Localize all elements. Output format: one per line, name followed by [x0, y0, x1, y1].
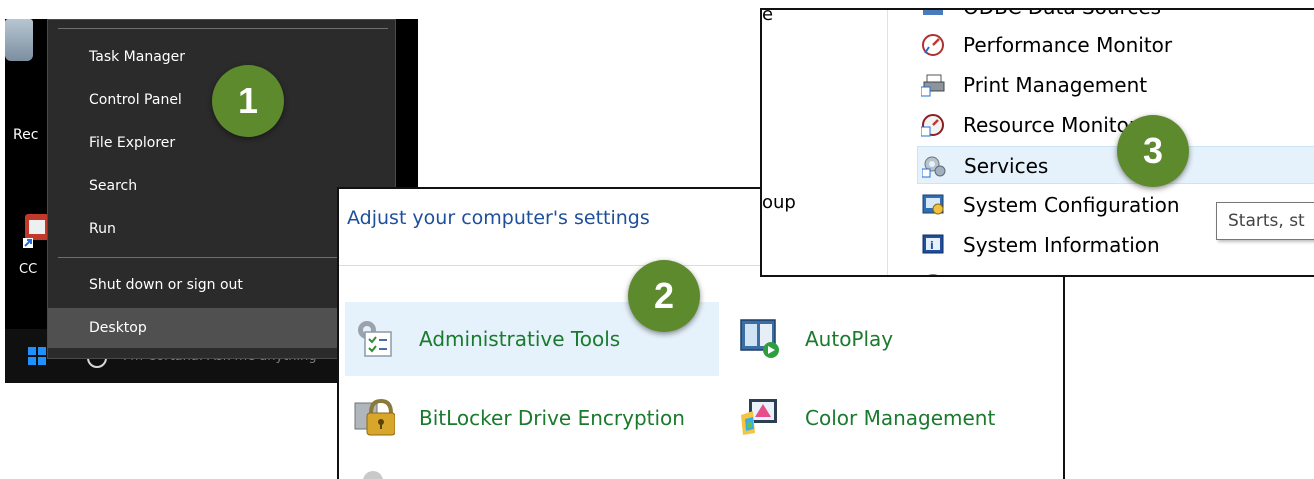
admin-item-label[interactable]: Performance Monitor: [963, 26, 1172, 64]
admin-item-label[interactable]: Services: [964, 147, 1048, 185]
system-configuration-icon: [921, 193, 945, 217]
menu-item-task-manager[interactable]: Task Manager: [48, 37, 395, 77]
control-panel-shortcut-label: CC: [19, 262, 38, 277]
nav-pane-text-fragment: e: [762, 8, 774, 25]
admin-item-print-management[interactable]: Print Management: [917, 66, 1314, 104]
control-panel-heading: Adjust your computer's settings: [347, 207, 650, 229]
admin-item-label[interactable]: System Information: [963, 226, 1160, 264]
system-information-icon: i: [921, 233, 945, 257]
admin-item-label[interactable]: Task Scheduler: [963, 266, 1113, 275]
administrative-tools-icon: [353, 318, 395, 358]
cp-item-label[interactable]: AutoPlay: [805, 302, 893, 376]
autoplay-icon: [739, 318, 781, 358]
menu-separator: [58, 28, 388, 29]
performance-monitor-icon: [921, 33, 945, 57]
step-badge-1: 1: [212, 65, 284, 137]
recycle-bin-icon[interactable]: [5, 19, 33, 61]
menu-item-file-explorer[interactable]: File Explorer: [48, 123, 395, 163]
pane-divider: [887, 10, 888, 275]
admin-item-label[interactable]: System Configuration: [963, 186, 1180, 224]
print-management-icon: [920, 73, 945, 97]
admin-item-task-scheduler[interactable]: Task Scheduler: [917, 266, 1314, 275]
step-badge-3: 3: [1117, 115, 1189, 187]
cp-item-color-management[interactable]: Color Management: [731, 381, 1061, 455]
cp-item-bitlocker[interactable]: BitLocker Drive Encryption: [345, 381, 719, 455]
cp-item-label[interactable]: BitLocker Drive Encryption: [419, 381, 685, 455]
svg-text:i: i: [930, 239, 934, 252]
cp-item-label[interactable]: Administrative Tools: [419, 302, 620, 376]
bitlocker-icon: [353, 397, 396, 437]
color-management-icon: [739, 397, 781, 437]
step-badge-2: 2: [628, 260, 700, 332]
admin-item-services[interactable]: Services: [917, 146, 1314, 184]
task-scheduler-icon: [921, 273, 945, 275]
resource-monitor-icon: [920, 113, 945, 137]
administrative-tools-window: e oup ODBC Data Sources Performance Moni…: [760, 8, 1314, 277]
admin-item-label[interactable]: Print Management: [963, 66, 1147, 104]
admin-item-resource-monitor[interactable]: Resource Monitor: [917, 106, 1314, 144]
services-tooltip: Starts, st: [1216, 202, 1314, 240]
cp-item-autoplay[interactable]: AutoPlay: [731, 302, 1061, 376]
admin-item-label[interactable]: Resource Monitor: [963, 106, 1137, 144]
admin-item-odbc[interactable]: ODBC Data Sources: [917, 10, 1314, 26]
cp-item-label[interactable]: Color Management: [805, 381, 995, 455]
odbc-icon: [921, 10, 945, 19]
services-icon: [921, 154, 946, 178]
admin-item-performance-monitor[interactable]: Performance Monitor: [917, 26, 1314, 64]
admin-item-label[interactable]: ODBC Data Sources: [963, 10, 1161, 26]
recycle-bin-label: Rec: [13, 127, 39, 143]
start-button[interactable]: [28, 347, 46, 365]
nav-pane-text-fragment: oup: [762, 192, 796, 213]
clock-icon: [363, 471, 383, 479]
